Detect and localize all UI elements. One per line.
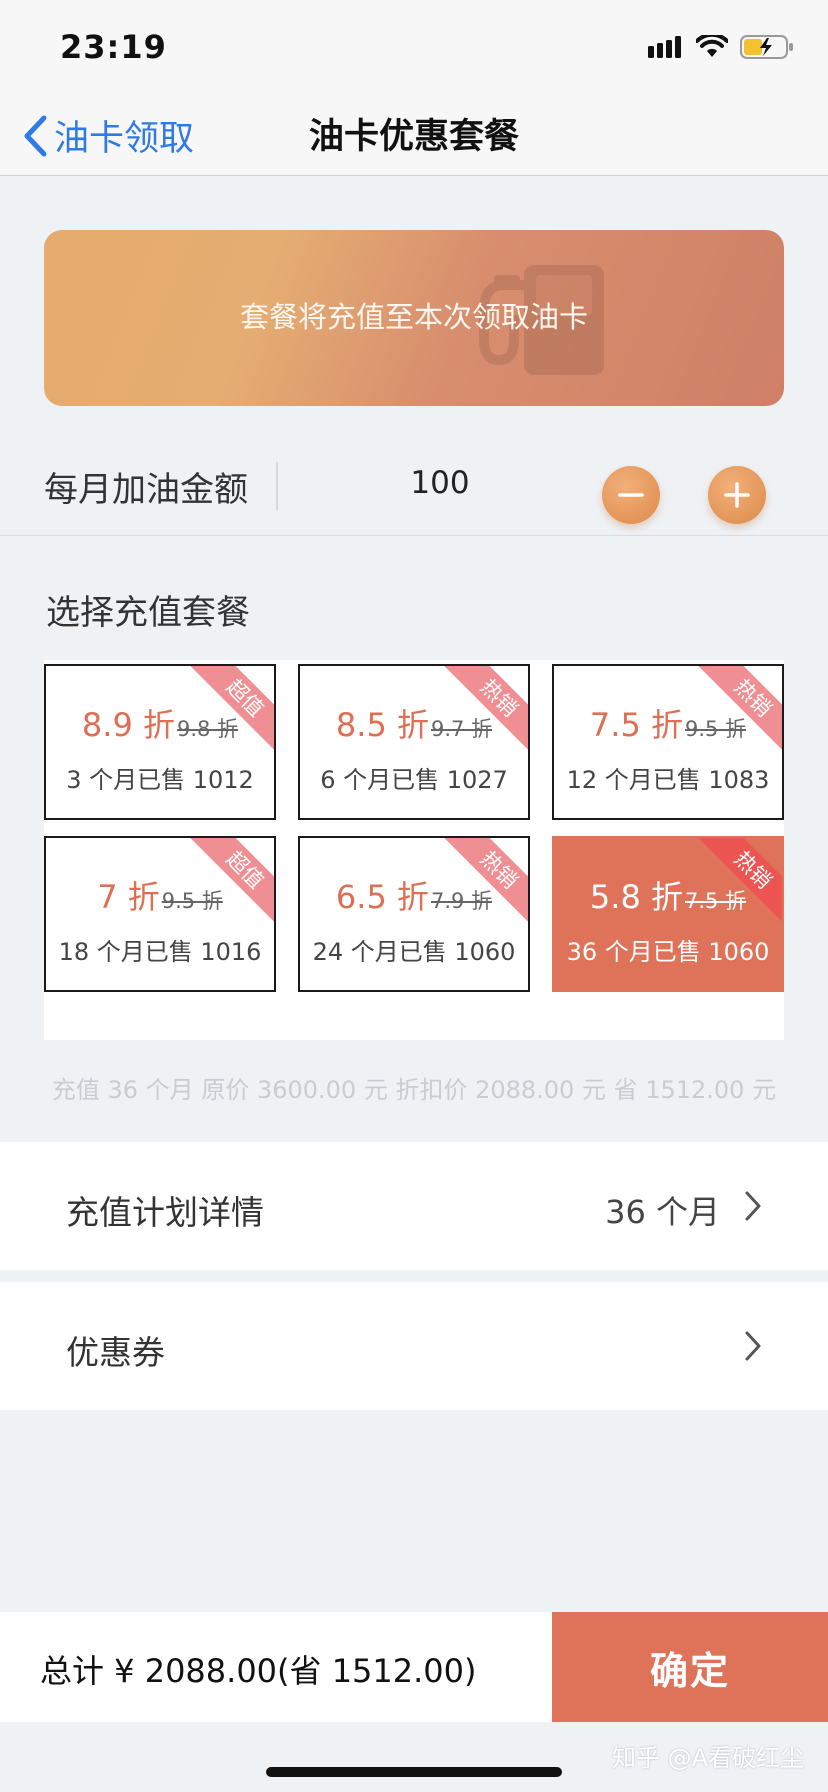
watermark: 知乎 @A看破红尘 [612,1744,805,1772]
minus-icon [618,493,644,497]
package-discount: 8.5 折 [335,706,429,744]
status-icons [648,34,794,60]
package-sold: 18 个月已售 1016 [58,938,262,966]
total-price: 总计 ¥ 2088.00(省 1512.00) [40,1652,477,1690]
package-discount: 7.5 折 [589,706,683,744]
plan-detail-label: 充值计划详情 [66,1193,264,1232]
confirm-button[interactable]: 确定 [552,1612,828,1722]
banner: 套餐将充值至本次领取油卡 [44,230,784,406]
package-card[interactable]: 热销 8.5 折9.7 折 6 个月已售 1027 [298,664,530,820]
package-original-discount: 9.5 折 [685,717,747,741]
package-discount: 6.5 折 [335,878,429,916]
amount-label: 每月加油金额 [44,470,248,510]
cellular-signal-icon [648,36,681,58]
back-label: 油卡领取 [54,119,195,159]
amount-value[interactable]: 100 [400,465,480,501]
decrease-button[interactable] [602,466,660,524]
package-original-discount: 9.8 折 [177,717,239,741]
banner-text: 套餐将充值至本次领取油卡 [239,300,588,334]
chevron-left-icon [24,115,47,156]
plan-detail-row[interactable]: 充值计划详情 36 个月 [0,1142,828,1270]
package-card[interactable]: 热销 7.5 折9.5 折 12 个月已售 1083 [552,664,784,820]
coupon-row[interactable]: 优惠券 [0,1282,828,1410]
package-card-selected[interactable]: 热销 5.8 折7.5 折 36 个月已售 1060 [552,836,784,992]
coupon-label: 优惠券 [66,1333,165,1372]
wifi-icon [696,35,728,57]
plan-detail-value: 36 个月 [605,1193,720,1231]
chevron-right-icon [745,1331,761,1361]
package-sold: 12 个月已售 1083 [566,766,770,794]
package-sold: 3 个月已售 1012 [66,766,254,794]
package-card[interactable]: 超值 7 折9.5 折 18 个月已售 1016 [44,836,276,992]
package-original-discount: 9.5 折 [161,889,223,913]
package-card[interactable]: 热销 6.5 折7.9 折 24 个月已售 1060 [298,836,530,992]
plus-icon [724,482,750,508]
package-sold: 6 个月已售 1027 [320,766,508,794]
increase-button[interactable] [708,466,766,524]
section-title: 选择充值套餐 [46,593,250,633]
chevron-right-icon [745,1191,761,1221]
package-original-discount: 9.7 折 [431,717,493,741]
status-time: 23:19 [60,28,167,66]
package-original-discount: 7.5 折 [685,889,747,913]
back-button[interactable]: 油卡领取 [22,110,194,161]
divider [276,462,278,510]
package-sold: 24 个月已售 1060 [312,938,516,966]
home-indicator [266,1767,562,1777]
package-sold: 36 个月已售 1060 [566,938,770,966]
price-summary: 充值 36 个月 原价 3600.00 元 折扣价 2088.00 元 省 15… [51,1076,777,1104]
package-discount: 5.8 折 [589,878,683,916]
package-card[interactable]: 超值 8.9 折9.8 折 3 个月已售 1012 [44,664,276,820]
package-discount: 8.9 折 [81,706,175,744]
package-discount: 7 折 [97,878,160,916]
package-original-discount: 7.9 折 [431,889,493,913]
battery-icon [740,35,793,59]
